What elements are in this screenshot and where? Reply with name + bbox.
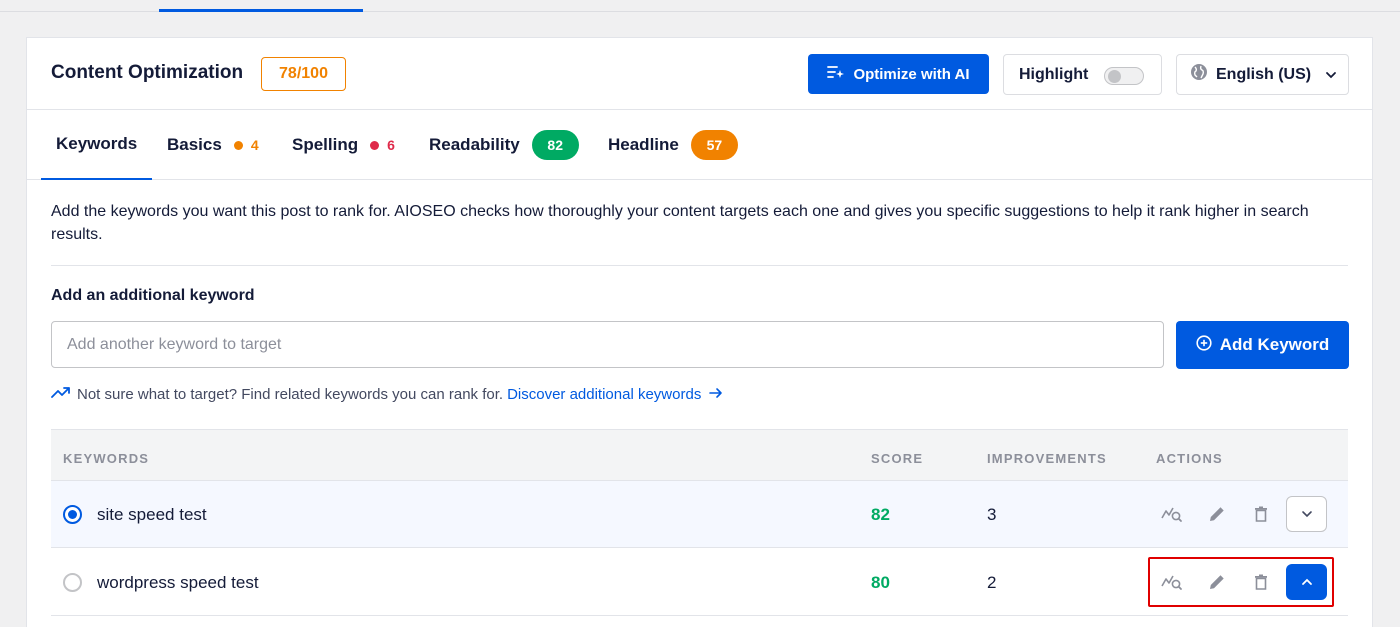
tab-basics[interactable]: Basics 4 <box>167 110 259 180</box>
analyze-keyword-icon[interactable] <box>1159 501 1185 527</box>
keyword-score: 82 <box>871 505 890 524</box>
keyword-improvements: 2 <box>987 573 997 592</box>
highlight-label: Highlight <box>1019 65 1089 83</box>
tab-headline-label: Headline <box>608 135 679 154</box>
edit-pencil-icon[interactable] <box>1204 501 1230 527</box>
trending-up-icon <box>51 386 71 403</box>
tab-spelling[interactable]: Spelling 6 <box>292 110 395 180</box>
discover-link-label: Discover additional keywords <box>507 386 702 403</box>
tab-basics-count: 4 <box>250 137 259 153</box>
tab-basics-label: Basics <box>167 135 222 154</box>
keywords-table-header: KEYWORDS SCORE IMPROVEMENTS ACTIONS <box>51 430 1348 481</box>
tab-headline[interactable]: Headline 57 <box>608 110 738 180</box>
keywords-description: Add the keywords you want this post to r… <box>51 203 1309 243</box>
tab-readability-badge: 82 <box>531 130 579 160</box>
keyword-name: site speed test <box>97 505 207 524</box>
add-keyword-button-label: Add Keyword <box>1219 335 1330 354</box>
discover-keywords-link[interactable]: Discover additional keywords <box>507 386 723 403</box>
column-header-keywords: KEYWORDS <box>63 451 150 466</box>
table-row: wordpress speed test 80 2 <box>51 549 1348 616</box>
status-dot-red <box>370 140 380 150</box>
expand-row-button[interactable] <box>1286 496 1327 532</box>
tab-keywords[interactable]: Keywords <box>41 110 153 180</box>
keyword-improvements: 3 <box>987 505 997 524</box>
column-header-improvements: IMPROVEMENTS <box>987 451 1107 466</box>
trash-icon[interactable] <box>1248 569 1274 595</box>
chevron-down-icon <box>1325 66 1337 84</box>
content-optimization-panel: Content Optimization 78/100 Optimize wit… <box>26 37 1373 627</box>
tab-readability[interactable]: Readability 82 <box>429 110 579 180</box>
chevron-down-icon <box>1301 505 1313 523</box>
edit-pencil-icon[interactable] <box>1204 569 1230 595</box>
collapse-row-button[interactable] <box>1286 564 1327 600</box>
language-select[interactable]: English (US) <box>1176 54 1349 95</box>
tab-keywords-label: Keywords <box>56 134 138 153</box>
analyze-keyword-icon[interactable] <box>1159 569 1185 595</box>
panel-header: Content Optimization 78/100 Optimize wit… <box>27 38 1372 110</box>
arrow-right-icon <box>709 386 723 403</box>
trash-icon[interactable] <box>1248 501 1274 527</box>
chevron-up-icon <box>1301 573 1313 591</box>
keyword-name: wordpress speed test <box>97 573 259 592</box>
optimize-with-ai-button[interactable]: Optimize with AI <box>808 54 989 94</box>
status-dot-orange <box>233 140 243 150</box>
table-row: site speed test 82 3 <box>51 481 1348 548</box>
highlight-toggle[interactable] <box>1104 67 1144 85</box>
discover-text: Not sure what to target? Find related ke… <box>77 386 504 403</box>
active-top-tab-indicator <box>159 9 363 12</box>
tab-headline-badge: 57 <box>690 130 738 160</box>
add-keyword-button[interactable]: Add Keyword <box>1176 321 1349 369</box>
globe-icon <box>1190 63 1208 86</box>
tab-spelling-count: 6 <box>387 137 395 153</box>
ai-sparkle-list-icon <box>827 64 845 84</box>
tab-readability-label: Readability <box>429 135 520 154</box>
overall-score-badge: 78/100 <box>261 57 346 91</box>
optimize-with-ai-label: Optimize with AI <box>853 65 970 83</box>
plus-circle-icon <box>1196 334 1212 356</box>
tab-spelling-label: Spelling <box>292 135 359 154</box>
column-header-actions: ACTIONS <box>1156 451 1223 466</box>
column-header-score: SCORE <box>871 451 924 466</box>
keyword-radio[interactable] <box>63 505 82 524</box>
divider <box>51 265 1348 266</box>
keyword-score: 80 <box>871 573 890 592</box>
keyword-radio[interactable] <box>63 573 82 592</box>
analysis-tabs: Keywords Basics 4 Spelling 6 Readability… <box>27 110 1372 180</box>
keyword-input[interactable] <box>51 321 1164 368</box>
language-label: English (US) <box>1216 65 1312 83</box>
panel-title: Content Optimization <box>51 62 244 83</box>
highlight-toggle-container: Highlight <box>1003 54 1162 95</box>
add-keyword-label: Add an additional keyword <box>51 287 255 304</box>
discover-keywords-hint: Not sure what to target? Find related ke… <box>51 386 723 403</box>
